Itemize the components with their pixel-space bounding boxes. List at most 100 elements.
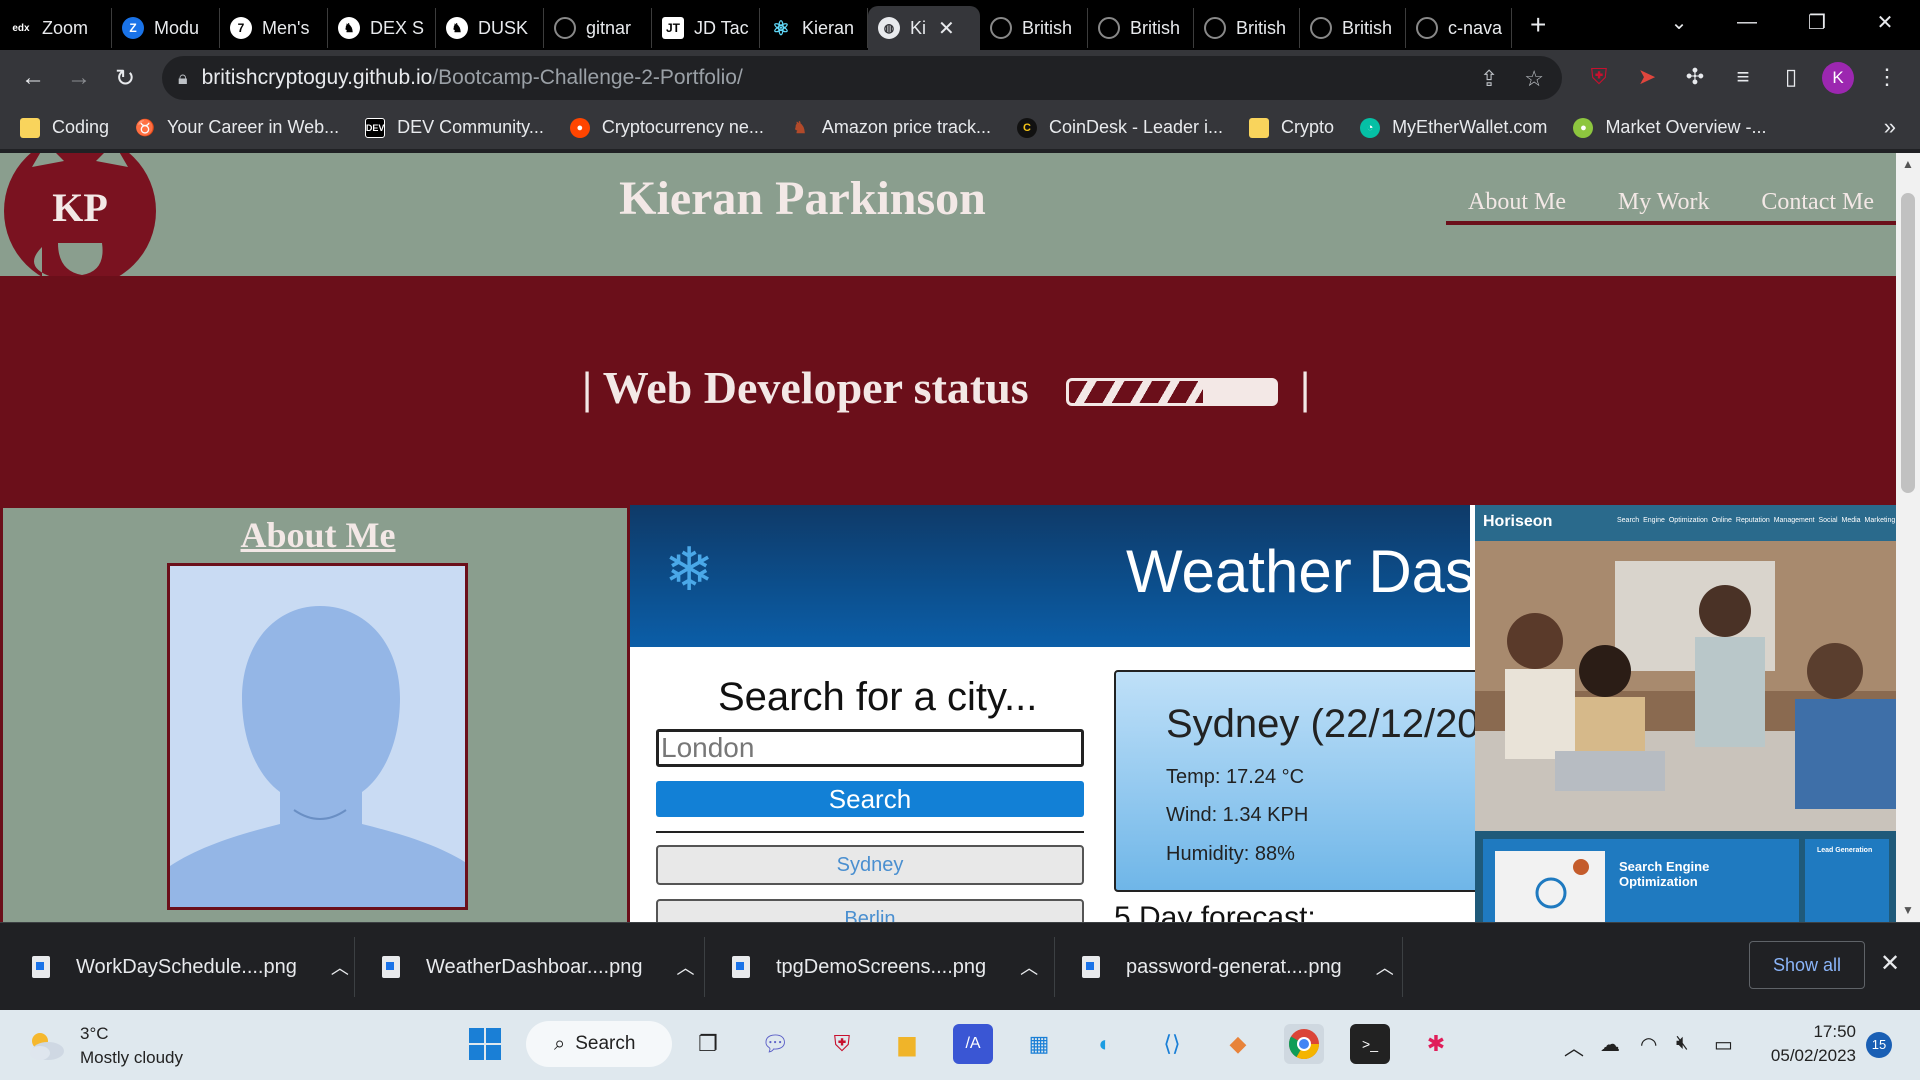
tab-mens[interactable]: 7 Men's (220, 8, 328, 48)
tab-active[interactable]: ◍ Ki ✕ (868, 6, 980, 50)
about-me-heading[interactable]: About Me (3, 514, 633, 556)
tab-british-2[interactable]: British (1088, 8, 1194, 48)
forward-icon[interactable]: → (56, 55, 102, 101)
onedrive-cloud-icon[interactable]: ☁ (1600, 1032, 1620, 1057)
colorful-app-icon[interactable]: ◆ (1218, 1024, 1258, 1064)
download-item[interactable]: WeatherDashboar....png ︿ (382, 923, 694, 1011)
screen-recorder-extension-icon[interactable]: ➤ (1630, 60, 1664, 94)
windows-start-icon[interactable] (465, 1024, 505, 1064)
scroll-down-icon[interactable]: ▼ (1896, 903, 1920, 917)
reload-icon[interactable]: ↻ (102, 55, 148, 101)
chevron-up-icon[interactable]: ︿ (1376, 954, 1394, 980)
restore-icon[interactable]: ❐ (1782, 0, 1852, 44)
volume-muted-icon[interactable]: 🔇︎ (1676, 1032, 1689, 1055)
scrollbar-thumb[interactable] (1901, 193, 1915, 493)
image-file-icon (1082, 956, 1100, 978)
chevron-up-icon[interactable]: ︿ (676, 954, 694, 980)
bookmark-coding[interactable]: Coding (20, 117, 109, 138)
bookmark-crypto[interactable]: Crypto (1249, 117, 1334, 138)
tab-kieran[interactable]: ⚛ Kieran (760, 8, 868, 48)
tab-british-3[interactable]: British (1194, 8, 1300, 48)
tab-label: British (1342, 17, 1393, 38)
history-button-berlin[interactable]: Berlin (656, 899, 1084, 922)
current-weather-card: Sydney (22/12/202 Temp: 17.24 °C Wind: 1… (1114, 670, 1514, 892)
horiseon-brand: Horiseon (1483, 513, 1553, 530)
bookmark-coindesk[interactable]: C CoinDesk - Leader i... (1016, 117, 1223, 138)
nav-about-me[interactable]: About Me (1468, 189, 1566, 216)
tab-label: gitnar (586, 17, 632, 38)
status-progress-fill (1069, 381, 1203, 403)
back-icon[interactable]: ← (10, 55, 56, 101)
more-bookmarks-icon[interactable]: » (1884, 114, 1896, 140)
show-all-downloads-button[interactable]: Show all (1749, 941, 1865, 989)
side-panel-icon[interactable]: ▯ (1774, 60, 1808, 94)
battery-icon[interactable]: ▭ (1714, 1032, 1733, 1057)
wifi-icon[interactable]: ◠ (1640, 1032, 1657, 1057)
chevron-up-icon[interactable]: ︿ (1564, 1032, 1584, 1061)
minimize-icon[interactable]: — (1712, 0, 1782, 44)
bookmark-dev[interactable]: DEV DEV Community... (365, 117, 544, 138)
close-shelf-icon[interactable]: ✕ (1880, 949, 1900, 978)
city-search-button[interactable]: Search (656, 781, 1084, 817)
coingecko-icon: ● (1573, 117, 1594, 138)
tab-label: British (1130, 17, 1181, 38)
task-view-icon[interactable]: ❐ (688, 1024, 728, 1064)
lock-icon: 🔒︎ (178, 67, 188, 88)
horiseon-project[interactable]: Horiseon Search Engine Optimization Onli… (1475, 505, 1896, 922)
share-icon[interactable]: ⇪ (1480, 66, 1498, 92)
taskbar-search[interactable]: ⌕ Search (526, 1021, 672, 1067)
github-icon (1310, 17, 1332, 39)
bookmark-mew[interactable]: ◔ MyEtherWallet.com (1360, 117, 1547, 138)
tab-jd[interactable]: JT JD Tac (652, 8, 760, 48)
microsoft-store-icon[interactable]: ▦ (1019, 1024, 1059, 1064)
tab-search-icon[interactable]: ⌄ (1644, 0, 1714, 44)
chevron-up-icon[interactable]: ︿ (331, 954, 349, 980)
tab-zoom[interactable]: edx Zoom (0, 8, 112, 48)
bookmark-crypto-news[interactable]: ● Cryptocurrency ne... (569, 117, 764, 138)
page-scrollbar[interactable]: ▲ ▼ (1896, 153, 1920, 922)
address-bar[interactable]: 🔒︎ britishcryptoguy.github.io /Bootcamp-… (162, 56, 1562, 100)
city-search-input[interactable]: London (656, 729, 1084, 767)
mcafee-icon[interactable]: ⛨ (822, 1024, 862, 1064)
edge-icon[interactable]: ◐ (1085, 1024, 1125, 1064)
chrome-icon[interactable] (1284, 1024, 1324, 1064)
bookmark-market-overview[interactable]: ● Market Overview -... (1573, 117, 1766, 138)
bookmark-career[interactable]: ♉ Your Career in Web... (135, 117, 339, 138)
tab-modu[interactable]: Z Modu (112, 8, 220, 48)
teams-chat-icon[interactable]: 💬︎ (755, 1024, 795, 1064)
bookmark-amazon-price[interactable]: ♞ Amazon price track... (790, 117, 991, 138)
new-tab-button[interactable]: + (1530, 9, 1546, 41)
edx-icon: edx (10, 17, 32, 39)
mcafee-extension-icon[interactable]: ⛨ (1582, 60, 1616, 94)
window-close-icon[interactable]: ✕ (1850, 0, 1920, 44)
notification-badge[interactable]: 15 (1866, 1032, 1892, 1058)
reading-list-icon[interactable]: ≡ (1726, 60, 1760, 94)
vscode-icon[interactable]: ⟨⟩ (1152, 1024, 1192, 1064)
tab-british-4[interactable]: British (1300, 8, 1406, 48)
extensions-puzzle-icon[interactable]: ✣ (1678, 60, 1712, 94)
download-item[interactable]: tpgDemoScreens....png ︿ (732, 923, 1038, 1011)
download-item[interactable]: password-generat....png ︿ (1082, 923, 1394, 1011)
nav-my-work[interactable]: My Work (1618, 189, 1710, 216)
chevron-up-icon[interactable]: ︿ (1020, 954, 1038, 980)
download-item[interactable]: WorkDaySchedule....png ︿ (32, 923, 349, 1011)
vector-app-icon[interactable]: /A (953, 1024, 993, 1064)
tab-dusk[interactable]: ♞ DUSK (436, 8, 544, 48)
menu-kebab-icon[interactable]: ⋮ (1870, 60, 1904, 94)
bookmark-star-icon[interactable]: ☆ (1524, 66, 1544, 92)
slack-icon[interactable]: ✱ (1416, 1024, 1456, 1064)
tab-dex[interactable]: ♞ DEX S (328, 8, 436, 48)
nav-contact-me[interactable]: Contact Me (1761, 189, 1874, 216)
close-icon[interactable]: ✕ (938, 16, 955, 41)
weather-widget[interactable]: 3°C Mostly cloudy (26, 1022, 183, 1070)
profile-avatar[interactable]: K (1822, 62, 1854, 94)
tab-gitnar[interactable]: gitnar (544, 8, 652, 48)
file-explorer-icon[interactable]: ▆ (887, 1024, 927, 1064)
history-button-sydney[interactable]: Sydney (656, 845, 1084, 885)
terminal-icon[interactable]: >_ (1350, 1024, 1390, 1064)
taskbar-clock[interactable]: 17:50 05/02/2023 (1756, 1020, 1856, 1068)
scroll-up-icon[interactable]: ▲ (1896, 157, 1920, 171)
tab-british-1[interactable]: British (980, 8, 1088, 48)
tab-cnava[interactable]: c-nava (1406, 8, 1512, 48)
bookmark-label: Crypto (1281, 117, 1335, 137)
